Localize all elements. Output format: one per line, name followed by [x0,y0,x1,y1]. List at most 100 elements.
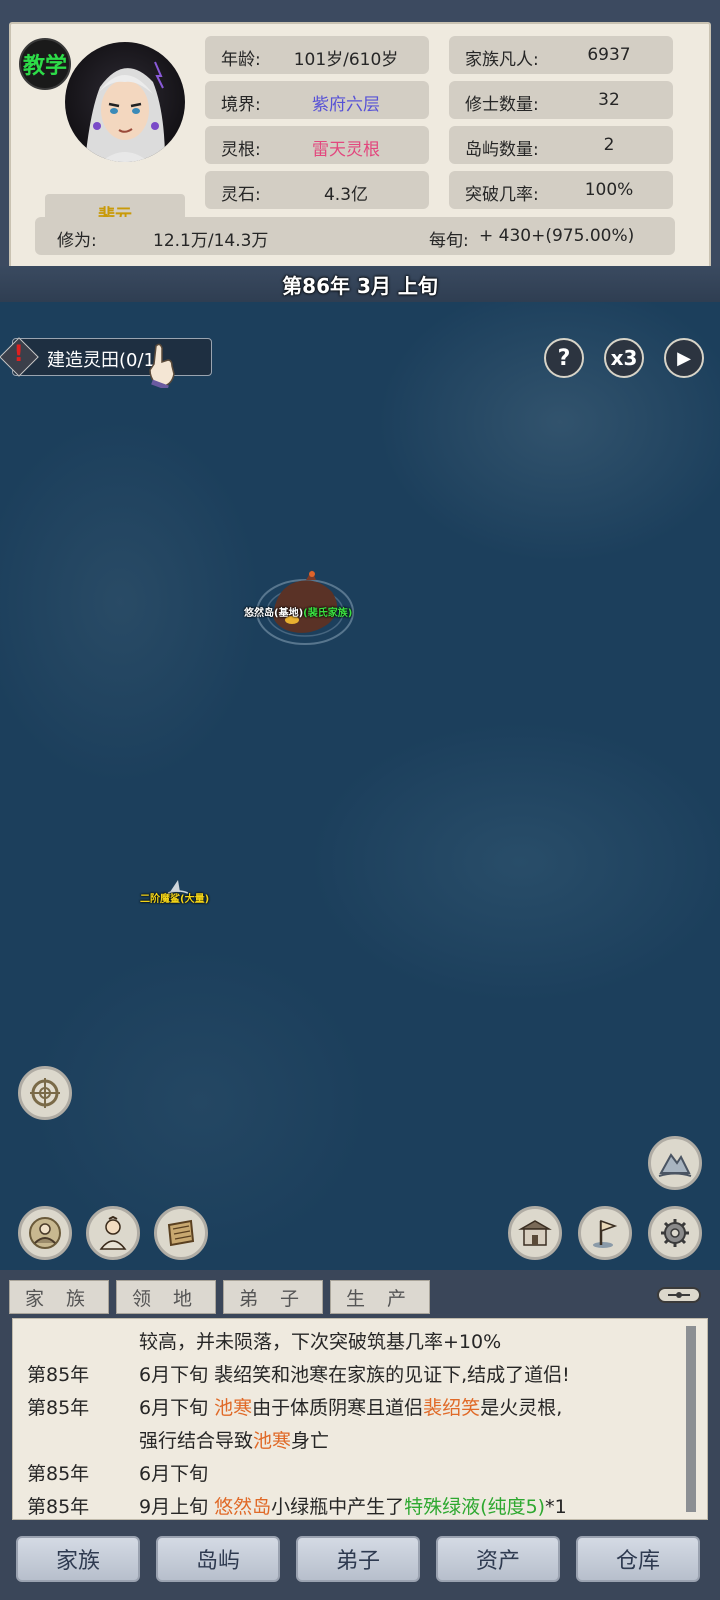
help-button[interactable]: ? [544,338,584,378]
flag-icon [593,1219,618,1248]
flag-button[interactable] [578,1206,632,1260]
tutorial-badge[interactable]: 教学 [19,38,71,90]
cultivation-row: 修为: 12.1万/14.3万 每旬: + 430+(975.00%) [35,217,675,255]
stat-clan-mortals: 家族凡人: 6937 [449,36,673,74]
pointer-hand-icon [149,343,175,388]
log-text: 6月下旬 [139,1397,215,1419]
tab-clan[interactable]: 家 族 [9,1280,109,1314]
log-highlight: 池寒 [214,1397,253,1419]
home-island[interactable] [250,552,360,652]
cultivation-value: 12.1万/14.3万 [153,231,269,251]
log-text: 由于体质阴寒且道侣 [252,1397,424,1419]
character-panel: 教学 裴元 年龄: 101岁/610岁 境界: 紫府六层 灵根: 雷天灵根 灵石… [9,22,711,270]
stat-breakthrough-value: 100% [584,180,634,200]
speed-button[interactable]: x3 [604,338,644,378]
log-text: 较高，并未陨落，下次突破筑基几率+10% [139,1331,502,1353]
stat-realm-label: 境界: [221,95,261,115]
home-island-name: 悠然岛(基地) [244,608,304,619]
log-entry-text: 强行结合导致池寒身亡 [139,1426,329,1453]
log-entry-year: 第85年 [27,1397,90,1419]
stat-spirit-stone: 灵石: 4.3亿 [205,171,429,209]
sect-hall-button[interactable] [508,1206,562,1260]
stat-mortals-value: 6937 [587,45,631,65]
stat-age-value: 101岁/610岁 [293,50,399,70]
log-text: 6月下旬 裴绍笑和池寒在家族的见证下,结成了道侣! [139,1364,570,1386]
stat-stone-label: 灵石: [221,185,261,205]
cultivate-button[interactable] [18,1206,72,1260]
log-entry-year: 第85年 [27,1364,90,1386]
scroll-map-icon [167,1219,195,1247]
log-text: *1 [545,1496,567,1518]
monster-label[interactable]: 二阶魔鲨(大量) [140,890,209,905]
mountain-button[interactable] [648,1136,702,1190]
game-date: 第86年 3月 上旬 [0,266,720,302]
per-period-label: 每旬: [429,231,469,251]
nav-disciples[interactable]: 弟子 [296,1536,420,1582]
collapse-icon[interactable] [656,1282,702,1308]
stat-islands: 岛屿数量: 2 [449,126,673,164]
stat-breakthrough: 突破几率: 100% [449,171,673,209]
stat-islands-label: 岛屿数量: [465,140,539,160]
tab-disciples[interactable]: 弟 子 [223,1280,323,1314]
home-island-label[interactable]: 悠然岛(基地)(裴氏家族) [244,604,352,619]
log-entry-text: 6月下旬 池寒由于体质阴寒且道侣裴绍笑是火灵根, [139,1393,562,1420]
stat-cultivators-value: 32 [598,90,620,110]
building-icon [518,1220,552,1246]
stat-mortals-label: 家族凡人: [465,50,539,70]
stat-islands-value: 2 [603,135,615,155]
stat-root-label: 灵根: [221,140,261,160]
log-highlight: 特殊绿液(纯度5) [404,1496,546,1518]
tab-territory[interactable]: 领 地 [116,1280,216,1314]
log-entry-text: 6月下旬 [139,1459,208,1486]
stat-age-label: 年龄: [221,50,261,70]
top-frame: 教学 裴元 年龄: 101岁/610岁 境界: 紫府六层 灵根: 雷天灵根 灵石… [0,0,720,302]
play-button[interactable]: ▶ [664,338,704,378]
stat-root-value: 雷天灵根 [312,140,380,160]
log-highlight: 裴绍笑 [423,1397,481,1419]
log-text: 是火灵根, [480,1397,563,1419]
nav-assets[interactable]: 资产 [436,1536,560,1582]
log-entry-year: 第85年 [27,1463,90,1485]
stat-age: 年龄: 101岁/610岁 [205,36,429,74]
stat-realm-value: 紫府六层 [312,95,380,115]
log-entry-year: 第85年 [27,1496,90,1518]
log-text: 小绿瓶中产生了 [271,1496,405,1518]
log-scrollbar[interactable] [686,1326,696,1512]
stat-breakthrough-label: 突破几率: [465,185,539,205]
nav-clan[interactable]: 家族 [16,1536,140,1582]
nav-warehouse[interactable]: 仓库 [576,1536,700,1582]
avatar[interactable] [53,34,189,170]
stat-cultivators: 修士数量: 32 [449,81,673,119]
per-period-value: + 430+(975.00%) [479,226,635,246]
nav-islands[interactable]: 岛屿 [156,1536,280,1582]
gear-icon [661,1219,689,1247]
log-text: 6月下旬 [139,1463,209,1485]
log-text: 身亡 [291,1430,330,1452]
tab-production[interactable]: 生 产 [330,1280,430,1314]
log-text: 强行结合导致 [139,1430,254,1452]
stat-realm: 境界: 紫府六层 [205,81,429,119]
meditation-icon [29,1217,61,1249]
log-entry-text: 较高，并未陨落，下次突破筑基几率+10% [139,1327,501,1354]
log-highlight: 悠然岛 [214,1496,272,1518]
stat-stone-value: 4.3亿 [323,185,369,205]
locate-button[interactable] [18,1066,72,1120]
log-entry-text: 6月下旬 裴绍笑和池寒在家族的见证下,结成了道侣! [139,1360,570,1387]
scroll-button[interactable] [154,1206,208,1260]
crosshair-icon [30,1078,60,1108]
settings-button[interactable] [648,1206,702,1260]
avatar-portrait [65,42,185,162]
cultivation-label: 修为: [57,231,97,251]
log-entry-text: 9月上旬 悠然岛小绿瓶中产生了特殊绿液(纯度5)*1 [139,1492,567,1519]
stat-cultivators-label: 修士数量: [465,95,539,115]
home-island-clan: (裴氏家族) [303,608,353,619]
person-icon [99,1215,127,1250]
log-highlight: 池寒 [253,1430,292,1452]
world-map[interactable]: 悠然岛(基地)(裴氏家族) 二阶魔鲨(大量) [0,302,720,1270]
log-text: 9月上旬 [139,1496,215,1518]
disciple-portrait-button[interactable] [86,1206,140,1260]
event-log[interactable]: 较高，并未陨落，下次突破筑基几率+10% 第85年 6月下旬 裴绍笑和池寒在家族的见… [12,1318,708,1520]
quest-tracker[interactable]: ! 建造灵田(0/1) [0,337,212,377]
mountain-icon [658,1153,692,1177]
stat-spirit-root: 灵根: 雷天灵根 [205,126,429,164]
